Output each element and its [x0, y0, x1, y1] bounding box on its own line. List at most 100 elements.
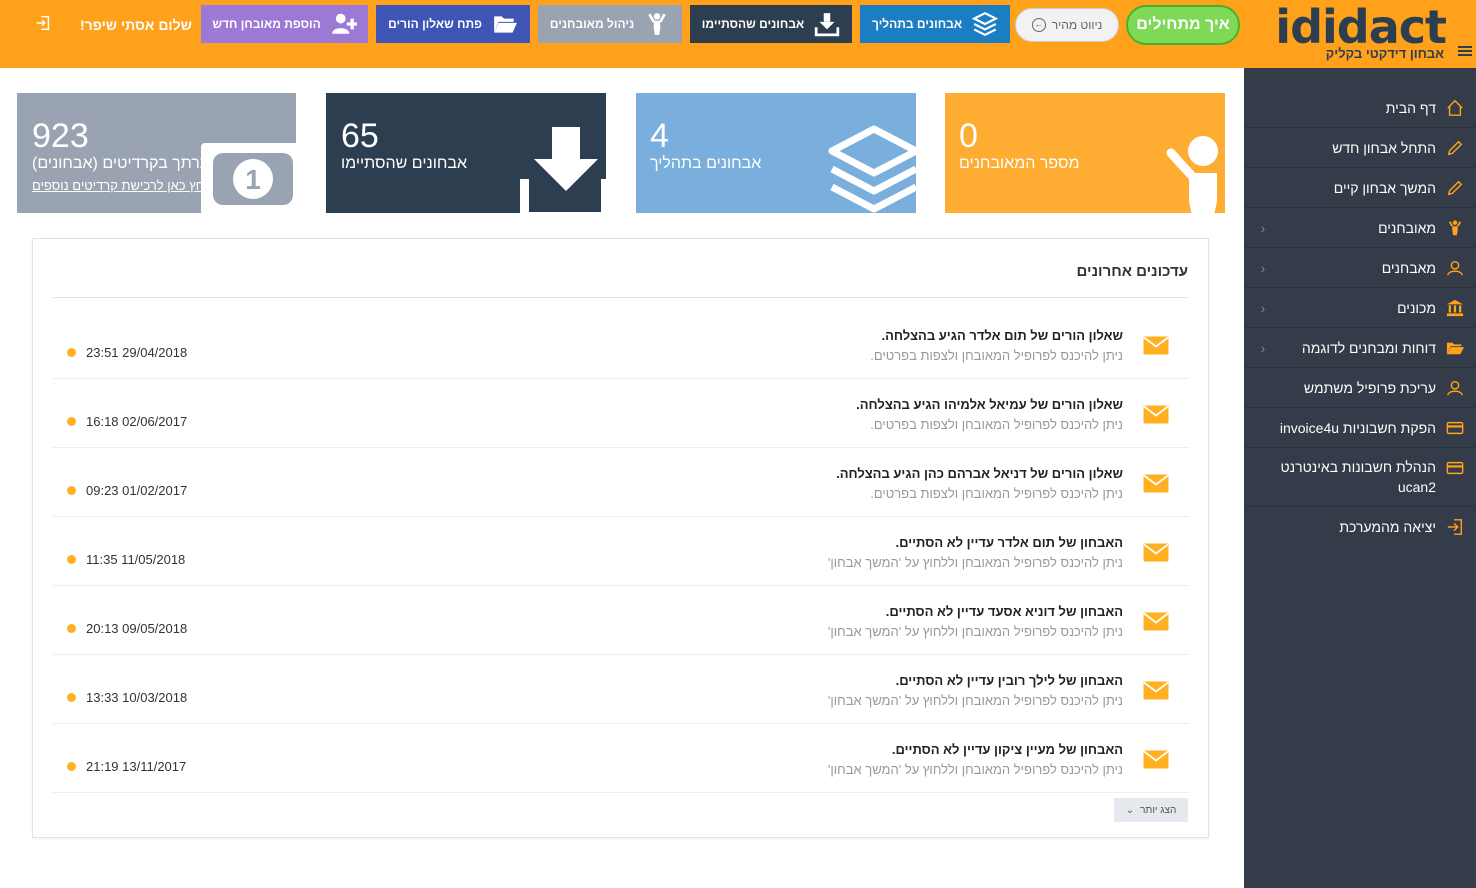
sidebar-item-diagnosed[interactable]: מאובחנים ‹ — [1244, 208, 1476, 248]
layers-icon — [828, 125, 916, 213]
envelope-icon — [1143, 474, 1169, 493]
sidebar-item-label: הנהלת חשבונות באינטרנט ucan2 — [1280, 459, 1436, 495]
buy-credits-link[interactable]: לחץ כאן לרכישת קרדיטים נוספים — [32, 178, 211, 193]
sidebar-item-label: דוחות ומבחנים לדוגמה — [1301, 339, 1436, 356]
recent-updates-panel: עדכונים אחרונים שאלון הורים של תום אלדר … — [32, 238, 1209, 838]
completed-button[interactable]: אבחונים שהסתיימו — [690, 5, 852, 43]
stat-label: אבחונים שהסתיימו — [341, 155, 468, 172]
download-icon — [520, 127, 606, 213]
sidebar-item-new-diagnosis[interactable]: התחל אבחון חדש — [1244, 128, 1476, 168]
stat-label: תרתך בקרדיטים (אבחונים) — [32, 155, 211, 172]
stat-value: 0 — [959, 117, 978, 155]
child-icon — [648, 13, 666, 35]
envelope-icon — [1143, 612, 1169, 631]
stat-label: אבחונים בתהליך — [650, 155, 762, 172]
update-subtitle: ניתן להיכנס לפרופיל המאובחן וללחוץ על 'ה… — [827, 762, 1123, 777]
update-time: 11:35 11/05/2018 — [86, 552, 186, 567]
sidebar-item-edit-profile[interactable]: עריכת פרופיל משתמש — [1244, 368, 1476, 408]
sidebar-item-label: מכונים — [1397, 299, 1436, 316]
status-dot — [67, 486, 76, 495]
institution-icon — [1446, 299, 1464, 316]
svg-text:1: 1 — [245, 164, 261, 195]
update-row[interactable]: האבחון של דוניא אסעד עדיין לא הסתיים. נית… — [53, 586, 1189, 655]
card-icon — [1446, 421, 1464, 434]
status-dot — [67, 762, 76, 771]
envelope-icon — [1143, 750, 1169, 769]
sidebar: דף הבית התחל אבחון חדש המשך אבחון קיים מ… — [1244, 68, 1476, 888]
sidebar-item-logout[interactable]: יציאה מהמערכת — [1244, 507, 1476, 547]
update-row[interactable]: שאלון הורים של דניאל אברהם כהן הגיע בהצל… — [53, 448, 1189, 517]
manage-diagnosed-label: ניהול מאובחנים — [549, 17, 635, 31]
show-more-button[interactable]: הצג יותר ⌄ — [1114, 798, 1188, 822]
stat-label: מספר המאובחנים — [959, 155, 1080, 172]
sidebar-item-invoice4u[interactable]: הפקת חשבוניות invoice4u — [1244, 408, 1476, 448]
status-dot — [67, 348, 76, 357]
user-icon — [1447, 260, 1463, 275]
update-row[interactable]: האבחון של לילך רובין עדיין לא הסתיים. נית… — [53, 655, 1189, 724]
sidebar-item-continue-diagnosis[interactable]: המשך אבחון קיים — [1244, 168, 1476, 208]
child-icon — [1166, 136, 1218, 213]
in-progress-button[interactable]: אבחונים בתהליך — [860, 5, 1010, 43]
manage-diagnosed-button[interactable]: ניהול מאובחנים — [538, 5, 682, 43]
update-subtitle: ניתן להיכנס לפרופיל המאובחן וללחוץ על 'ה… — [827, 693, 1123, 708]
stat-card-credits[interactable]: 1 923 תרתך בקרדיטים (אבחונים) לחץ כאן לר… — [17, 93, 296, 213]
status-dot — [67, 624, 76, 633]
menu-icon[interactable] — [1458, 46, 1472, 56]
parents-questionnaire-label: פתח שאלון הורים — [388, 17, 482, 31]
logo[interactable]: ididact אבחון דידקטי בקליק — [1246, 0, 1447, 64]
sidebar-item-label: המשך אבחון קיים — [1333, 179, 1436, 196]
stat-card-in-progress[interactable]: 4 אבחונים בתהליך — [636, 93, 916, 213]
stat-card-completed[interactable]: 65 אבחונים שהסתיימו — [326, 93, 606, 213]
panel-title: עדכונים אחרונים — [1076, 263, 1188, 280]
getting-started-button[interactable]: איך מתחילים — [1126, 5, 1240, 45]
chevron-left-icon: ‹ — [1260, 259, 1266, 276]
pencil-icon — [1447, 180, 1463, 195]
chevron-left-icon: ‹ — [1260, 299, 1266, 316]
status-dot — [67, 555, 76, 564]
sidebar-item-home[interactable]: דף הבית — [1244, 88, 1476, 128]
parents-questionnaire-button[interactable]: פתח שאלון הורים — [376, 5, 530, 43]
update-time: 16:18 02/06/2017 — [86, 414, 188, 429]
update-title: האבחון של דוניא אסעד עדיין לא הסתיים. — [885, 604, 1123, 619]
chevron-left-icon: ‹ — [1260, 219, 1266, 236]
user-icon — [1447, 380, 1463, 395]
update-title: האבחון של לילך רובין עדיין לא הסתיים. — [895, 673, 1123, 688]
card-icon — [1446, 461, 1464, 475]
update-row[interactable]: האבחון של מעיין ציקון עדיין לא הסתיים. ני… — [53, 724, 1189, 793]
folder-icon — [1446, 342, 1464, 354]
child-icon — [1448, 219, 1462, 235]
sidebar-item-diagnosers[interactable]: מאבחנים ‹ — [1244, 248, 1476, 288]
add-diagnosed-button[interactable]: הוספת מאובחן חדש — [201, 5, 368, 43]
update-row[interactable]: שאלון הורים של תום אלדר הגיע בהצלחה. ניתן… — [53, 310, 1189, 379]
update-subtitle: ניתן להיכנס לפרופיל המאובחן וללחוץ על 'ה… — [827, 555, 1123, 570]
logo-subtitle: אבחון דידקטי בקליק — [1325, 46, 1444, 61]
add-diagnosed-label: הוספת מאובחן חדש — [212, 17, 321, 31]
logout-icon[interactable] — [34, 14, 52, 32]
add-user-icon — [331, 13, 357, 34]
in-progress-label: אבחונים בתהליך — [872, 17, 962, 31]
sidebar-item-ucan2[interactable]: הנהלת חשבונות באינטרנט ucan2 — [1244, 448, 1476, 507]
stat-value: 923 — [32, 117, 89, 155]
update-title: שאלון הורים של תום אלדר הגיע בהצלחה. — [881, 328, 1123, 343]
envelope-icon — [1143, 681, 1169, 700]
quick-nav-button[interactable]: ניווט מהיר ← — [1015, 8, 1119, 42]
home-icon — [1447, 99, 1463, 116]
stat-value: 4 — [650, 117, 669, 155]
completed-label: אבחונים שהסתיימו — [701, 17, 805, 31]
update-title: האבחון של תום אלדר עדיין לא הסתיים. — [895, 535, 1123, 550]
quick-nav-label: ניווט מהיר — [1051, 18, 1103, 32]
banknote-icon: 1 — [201, 143, 296, 213]
sidebar-item-label: מאבחנים — [1381, 259, 1436, 276]
chevron-left-icon: ‹ — [1260, 339, 1266, 356]
update-title: האבחון של מעיין ציקון עדיין לא הסתיים. — [891, 742, 1123, 757]
update-row[interactable]: האבחון של תום אלדר עדיין לא הסתיים. ניתן … — [53, 517, 1189, 586]
update-title: שאלון הורים של דניאל אברהם כהן הגיע בהצל… — [836, 466, 1123, 481]
update-time: 21:19 13/11/2017 — [86, 759, 187, 774]
sidebar-item-institutes[interactable]: מכונים ‹ — [1244, 288, 1476, 328]
sidebar-item-label: דף הבית — [1385, 99, 1436, 116]
stat-card-diagnosed[interactable]: 0 מספר המאובחנים — [945, 93, 1225, 213]
update-row[interactable]: שאלון הורים של עמיאל אלמיהו הגיע בהצלחה.… — [53, 379, 1189, 448]
show-more-label: הצג יותר — [1140, 804, 1177, 816]
sidebar-item-reports[interactable]: דוחות ומבחנים לדוגמה ‹ — [1244, 328, 1476, 368]
logout-icon — [1447, 519, 1463, 535]
